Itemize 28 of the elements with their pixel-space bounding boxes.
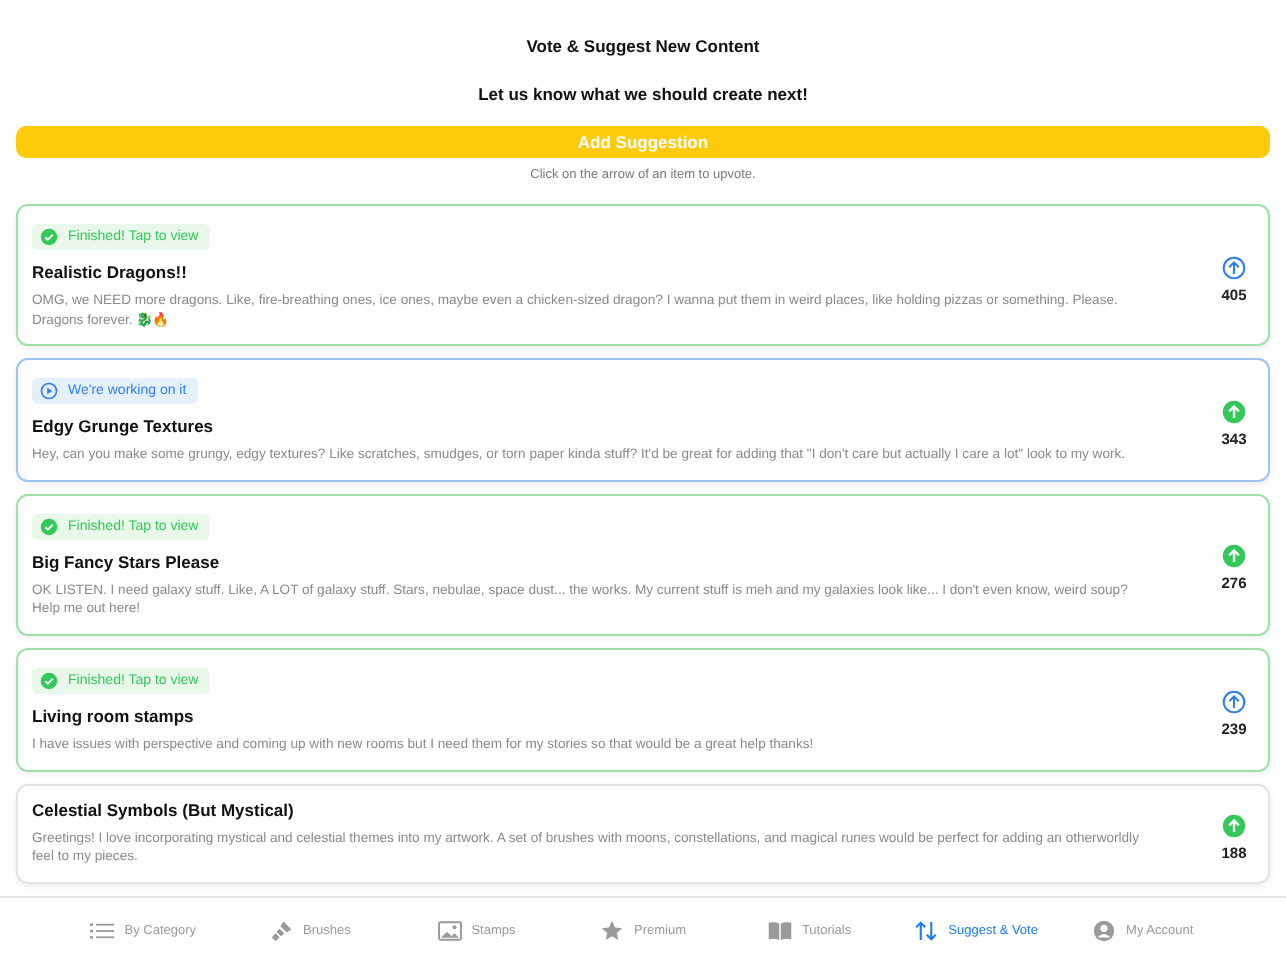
brush-icon (269, 920, 293, 942)
upvote-arrow-icon[interactable] (1222, 689, 1246, 714)
add-suggestion-button[interactable]: Add Suggestion (16, 126, 1270, 158)
upvote-arrow-icon[interactable] (1222, 399, 1246, 424)
sort-arrows-icon (914, 920, 939, 942)
upvote-arrow-icon[interactable] (1222, 255, 1246, 280)
account-icon (1092, 920, 1117, 942)
suggestion-title: Big Fancy Stars Please (32, 551, 222, 572)
suggestion-card[interactable] (16, 203, 1270, 347)
page-subtitle: Let us know what we should create next! (476, 84, 810, 104)
upvote-arrow-icon[interactable] (1222, 813, 1246, 838)
suggestion-card[interactable] (16, 783, 1270, 884)
star-icon (599, 920, 624, 942)
image-icon (437, 920, 462, 942)
check-circle-icon (40, 517, 58, 536)
book-icon (767, 920, 792, 942)
suggestion-title: Living room stamps (32, 706, 196, 727)
upvote-arrow-icon[interactable] (1222, 544, 1246, 569)
list-icon (90, 920, 115, 942)
suggestion-card[interactable] (16, 358, 1270, 482)
page-title: Vote & Suggest New Content (524, 36, 762, 56)
suggestion-title: Celestial Symbols (But Mystical) (32, 799, 296, 820)
check-circle-icon (40, 672, 58, 691)
play-circle-icon (40, 382, 58, 401)
suggestion-title: Edgy Grunge Textures (32, 416, 216, 437)
suggestion-title: Realistic Dragons!! (32, 261, 189, 282)
check-circle-icon (40, 227, 58, 246)
suggestion-card[interactable] (16, 493, 1270, 637)
